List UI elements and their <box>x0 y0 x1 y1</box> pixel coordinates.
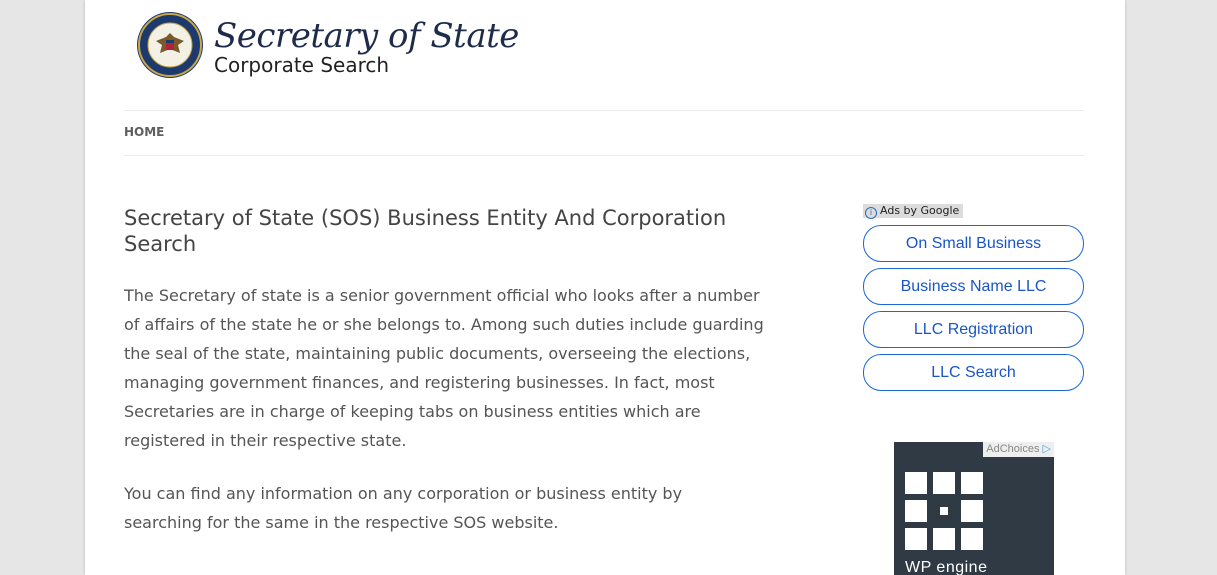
info-icon: i <box>865 207 877 219</box>
ads-by-google-label[interactable]: i Ads by Google <box>863 204 964 219</box>
wp-engine-grid-logo <box>905 472 983 550</box>
adchoices-badge[interactable]: AdChoices ▷ <box>983 442 1054 457</box>
nav-top-divider <box>124 110 1084 111</box>
banner-ad[interactable]: AdChoices ▷ WP engine <box>894 442 1054 575</box>
ad-link-llc-search[interactable]: LLC Search <box>863 354 1084 391</box>
article-paragraph: The Secretary of state is a senior gover… <box>124 286 764 450</box>
adchoices-text: AdChoices <box>986 443 1040 455</box>
site-title[interactable]: Secretary of State <box>214 16 519 56</box>
ad-link-small-business[interactable]: On Small Business <box>863 225 1084 262</box>
ad-link-business-name-llc[interactable]: Business Name LLC <box>863 268 1084 305</box>
page-container: Secretary of State Corporate Search HOME… <box>85 0 1125 575</box>
ad-link-llc-registration[interactable]: LLC Registration <box>863 311 1084 348</box>
wp-engine-brand: WP engine <box>905 559 988 575</box>
department-of-state-seal-logo[interactable] <box>136 11 204 79</box>
main-article: Secretary of State (SOS) Business Entity… <box>124 205 764 532</box>
site-header: Secretary of State Corporate Search <box>136 10 536 82</box>
article-paragraph: You can find any information on any corp… <box>124 484 683 532</box>
nav-home-link[interactable]: HOME <box>124 125 164 139</box>
adchoices-icon: ▷ <box>1042 443 1051 455</box>
ads-by-text: Ads by Google <box>880 204 960 217</box>
article-title: Secretary of State (SOS) Business Entity… <box>124 206 727 256</box>
nav-bottom-divider <box>124 155 1084 156</box>
site-subtitle: Corporate Search <box>214 53 390 77</box>
